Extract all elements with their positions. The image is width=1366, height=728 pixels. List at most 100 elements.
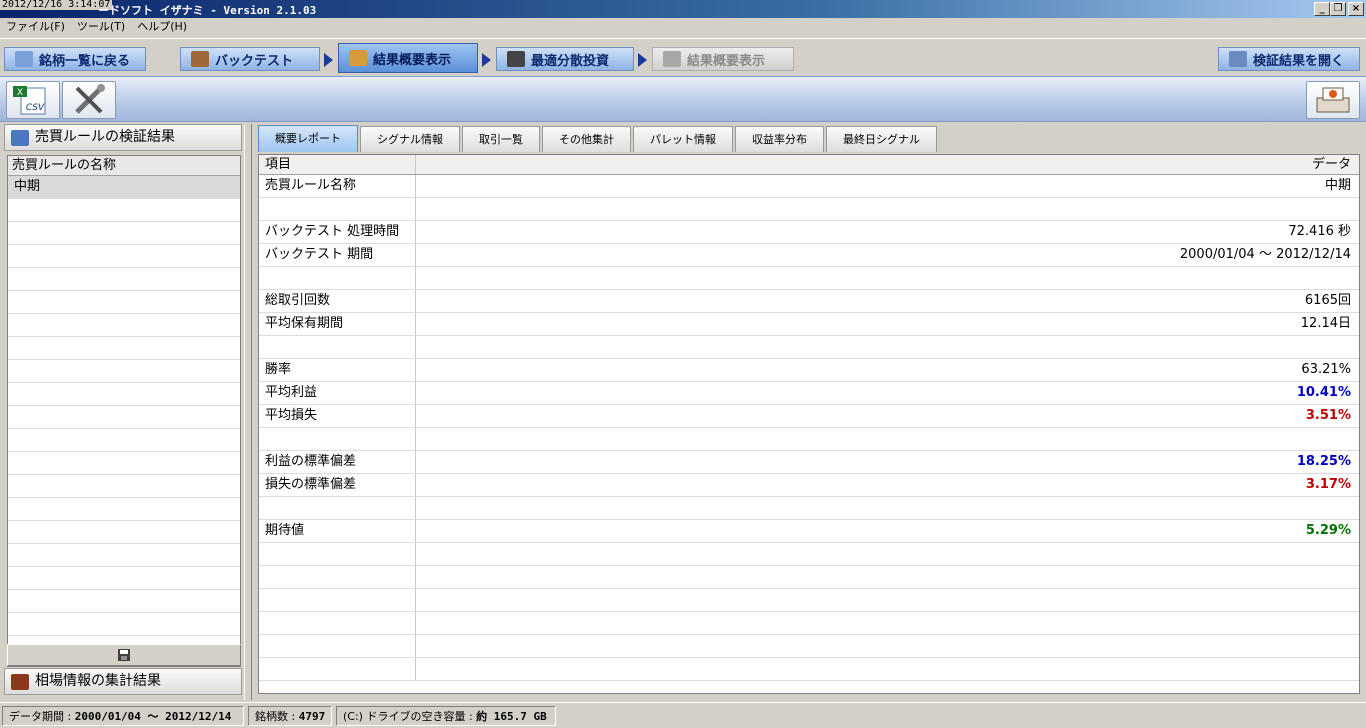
back-to-list-label: 銘柄一覧に戻る [39, 53, 131, 69]
chart-hand-icon [349, 50, 367, 66]
menu-bar: ファイル(F) ツール(T) ヘルプ(H) [0, 18, 1366, 36]
settings-tools-button[interactable] [62, 81, 116, 119]
rule-list-empty-row [8, 475, 240, 498]
report-value-cell [416, 336, 1359, 358]
step-optimal-label: 最適分散投資 [531, 53, 610, 69]
save-button[interactable] [7, 644, 241, 666]
window-title: ードソフト イザナミ - Version 2.1.03 [98, 4, 317, 17]
report-item-cell: 勝率 [259, 359, 416, 381]
rule-list-empty-row [8, 521, 240, 544]
left-panel: 売買ルールの検証結果 売買ルールの名称 中期 相場情報の集計結果 [4, 124, 242, 700]
back-to-list-button[interactable]: 銘柄一覧に戻る [4, 47, 146, 71]
report-row: 平均損失 3.51% [259, 405, 1359, 428]
summary-report-grid: 項目 データ 売買ルール名称 中期 バックテスト 処理時間 72.416 秒バックテス… [258, 154, 1360, 694]
rule-list-empty-row [8, 429, 240, 452]
toolbar: X CSV [0, 76, 1366, 122]
print-export-button[interactable] [1306, 81, 1360, 119]
open-results-button[interactable]: 検証結果を開く [1218, 47, 1360, 71]
close-button[interactable]: × [1348, 2, 1364, 16]
report-item-cell: 期待値 [259, 520, 416, 542]
step-bar: 銘柄一覧に戻る バックテスト 結果概要表示 最適分散投資 結果概要表示 検証結果… [0, 38, 1366, 74]
open-results-label: 検証結果を開く [1253, 53, 1345, 69]
bar-chart-icon [663, 51, 681, 67]
step-summary-disabled: 結果概要表示 [652, 47, 794, 71]
report-value-cell: 10.41% [1296, 385, 1351, 400]
step-summary[interactable]: 結果概要表示 [338, 43, 478, 73]
report-value-cell: 2000/01/04 ～ 2012/12/14 [1179, 247, 1351, 262]
report-item-cell [259, 428, 416, 450]
report-row: 期待値 5.29% [259, 520, 1359, 543]
rule-list-empty-row [8, 314, 240, 337]
status-period-label: データ期間 : [9, 710, 75, 723]
export-csv-button[interactable]: X CSV [6, 81, 60, 119]
minimize-button[interactable]: _ [1314, 2, 1330, 16]
report-row [259, 497, 1359, 520]
tab-trade-list[interactable]: 取引一覧 [462, 126, 540, 152]
step-summary-label: 結果概要表示 [373, 52, 452, 68]
report-row: 利益の標準偏差 18.25% [259, 451, 1359, 474]
step-optimal[interactable]: 最適分散投資 [496, 47, 634, 71]
report-item-cell: 平均利益 [259, 382, 416, 404]
status-disk-space: (C:) ドライブの空き容量 : 約 165.7 GB [336, 706, 556, 726]
report-value-cell [416, 566, 1359, 588]
tab-summary-report[interactable]: 概要レポート [258, 125, 358, 152]
market-info-header[interactable]: 相場情報の集計結果 [4, 668, 242, 695]
status-disk-label: (C:) ドライブの空き容量 : [343, 710, 477, 723]
report-row [259, 267, 1359, 290]
status-bar: データ期間 : 2000/01/04 ～ 2012/12/14 銘柄数 : 47… [0, 702, 1366, 728]
rule-list-empty-row [8, 498, 240, 521]
report-item-cell [259, 658, 416, 680]
report-empty-row [259, 566, 1359, 589]
rule-list-empty-row [8, 590, 240, 613]
rule-list-column-header: 売買ルールの名称 [8, 156, 240, 176]
tab-other-stats[interactable]: その他集計 [542, 126, 631, 152]
report-row: 売買ルール名称 中期 [259, 175, 1359, 198]
tab-palette-info[interactable]: パレット情報 [633, 126, 733, 152]
menu-help[interactable]: ヘルプ(H) [131, 18, 193, 36]
status-count-value: 4797 [298, 710, 326, 723]
column-header-data: データ [1311, 157, 1351, 172]
report-row: 損失の標準偏差 3.17% [259, 474, 1359, 497]
rule-list-empty-row [8, 406, 240, 429]
bag-icon [191, 51, 209, 67]
rule-list-empty-row [8, 544, 240, 567]
report-item-cell [259, 589, 416, 611]
report-item-cell: バックテスト 期間 [259, 244, 416, 266]
restore-button[interactable]: ❐ [1330, 2, 1346, 16]
rule-results-header[interactable]: 売買ルールの検証結果 [4, 124, 242, 151]
rule-results-header-label: 売買ルールの検証結果 [35, 129, 175, 145]
rule-list-empty-row [8, 245, 240, 268]
tab-return-distribution[interactable]: 収益率分布 [735, 126, 824, 152]
tools-icon [75, 84, 105, 114]
report-value-cell: 18.25% [1296, 454, 1351, 469]
rule-list: 売買ルールの名称 中期 [7, 155, 241, 667]
window-controls: _ ❐ × [1314, 2, 1364, 16]
rule-list-empty-row [8, 360, 240, 383]
report-empty-row [259, 635, 1359, 658]
rule-list-empty-row [8, 452, 240, 475]
printer-icon [1316, 87, 1350, 113]
report-value-cell: 5.29% [1305, 523, 1351, 538]
menu-file[interactable]: ファイル(F) [0, 18, 71, 36]
svg-text:X: X [17, 88, 23, 98]
step-backtest-label: バックテスト [215, 53, 294, 69]
panel-splitter[interactable] [244, 124, 252, 700]
report-value-cell: 中期 [1324, 178, 1351, 193]
step-arrow-icon [482, 53, 491, 67]
report-item-cell [259, 336, 416, 358]
report-empty-row [259, 612, 1359, 635]
report-item-cell: 平均損失 [259, 405, 416, 427]
report-value-cell [416, 589, 1359, 611]
step-backtest[interactable]: バックテスト [180, 47, 320, 71]
status-disk-value: 約 165.7 GB [476, 710, 547, 723]
rule-list-item[interactable]: 中期 [8, 176, 240, 199]
tab-signal-info[interactable]: シグナル情報 [360, 126, 460, 152]
report-empty-row [259, 543, 1359, 566]
report-value-cell [416, 497, 1359, 519]
report-value-cell [416, 612, 1359, 634]
rule-list-empty-row [8, 268, 240, 291]
status-stock-count: 銘柄数 : 4797 [248, 706, 332, 726]
menu-tools[interactable]: ツール(T) [71, 18, 131, 36]
report-row: 平均保有期間 12.14日 [259, 313, 1359, 336]
tab-last-day-signal[interactable]: 最終日シグナル [826, 126, 937, 152]
